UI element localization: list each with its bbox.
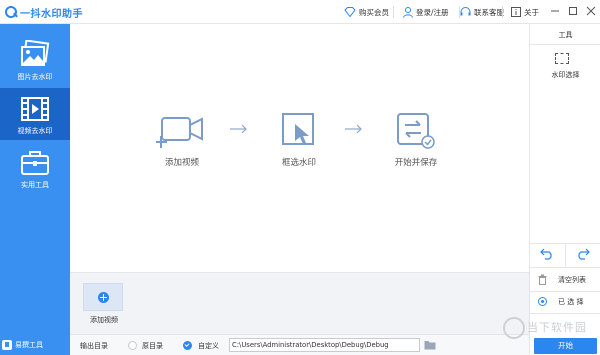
watermark-logo: [503, 317, 525, 339]
tools-panel-title: 工具: [558, 31, 573, 39]
add-video-icon: [156, 117, 203, 148]
tools-panel: 工具 水印选择 清空列表 已 选 择 开始: [529, 24, 600, 355]
output-bar: 输出目录 原目录 自定义 C:\Users\Administrator\Desk…: [70, 334, 529, 355]
close-icon[interactable]: [584, 4, 598, 18]
trash-icon: [538, 274, 547, 285]
start-button[interactable]: 开始: [534, 338, 597, 354]
app-title: 一抖水印助手: [20, 8, 83, 20]
plus-icon: [98, 292, 109, 303]
sidebar: 图片去水印 视频去水印 实用工具 易撰工具: [0, 24, 70, 355]
redo-icon[interactable]: [576, 248, 590, 260]
start-save-icon: [397, 113, 435, 149]
bottom-tool-link[interactable]: 易撰工具: [2, 338, 43, 352]
minimize-icon[interactable]: [548, 4, 562, 18]
original-dir-label: 原目录: [142, 342, 163, 350]
maximize-icon[interactable]: [566, 4, 580, 18]
divider: [530, 313, 600, 314]
logo-icon: [5, 6, 17, 18]
folder-icon[interactable]: [424, 340, 436, 350]
step-add-video: 添加视频: [152, 110, 212, 168]
watermark-select-label[interactable]: 水印选择: [530, 70, 600, 80]
custom-dir-label: 自定义: [198, 342, 219, 350]
sidebar-item-video-watermark[interactable]: 视频去水印: [0, 88, 70, 140]
divider: [502, 6, 503, 18]
select-watermark-icon: [282, 113, 314, 145]
selected-label: 已 选 择: [558, 298, 584, 306]
divider: [530, 267, 600, 268]
add-video-button[interactable]: [83, 283, 123, 311]
add-video-label: 添加视频: [90, 316, 118, 324]
contact-support-label: 联系客服: [474, 7, 504, 17]
watermark-text: 当下软件园: [527, 321, 587, 334]
about-label: 关于: [524, 7, 539, 17]
buy-membership-button[interactable]: 购买会员: [344, 4, 389, 20]
buy-membership-label: 购买会员: [359, 7, 389, 17]
divider: [530, 44, 600, 45]
step-start-save: 开始并保存: [386, 110, 446, 168]
divider: [393, 6, 394, 18]
info-icon: [511, 7, 521, 17]
sidebar-label-image: 图片去水印: [17, 73, 53, 81]
arrow-right-icon: [230, 124, 247, 134]
selected-option[interactable]: 已 选 择: [530, 292, 600, 312]
output-path-field[interactable]: C:\Users\Administrator\Desktop\Debug\Deb…: [229, 338, 420, 352]
image-icon: [21, 40, 50, 66]
sidebar-item-tools[interactable]: 实用工具: [0, 142, 70, 194]
login-button[interactable]: 登录/注册: [403, 4, 449, 20]
custom-dir-radio[interactable]: [183, 341, 192, 350]
title-bar: 一抖水印助手 购买会员 登录/注册 联系客服 关于: [0, 0, 600, 24]
original-dir-radio[interactable]: [128, 341, 137, 350]
step-add-video-label: 添加视频: [164, 158, 199, 168]
sidebar-label-tools: 实用工具: [21, 181, 49, 189]
tool-icon: [2, 340, 12, 350]
output-dir-label: 输出目录: [80, 342, 108, 350]
app-logo: 一抖水印助手: [5, 5, 83, 20]
headset-icon: [460, 7, 471, 16]
undo-icon[interactable]: [540, 248, 554, 260]
diamond-icon: [344, 7, 356, 17]
contact-support-button[interactable]: 联系客服: [460, 4, 504, 20]
clear-list-label: 清空列表: [558, 276, 586, 284]
sidebar-label-video: 视频去水印: [17, 127, 53, 135]
clear-list-button[interactable]: 清空列表: [530, 270, 600, 290]
step-start-save-label: 开始并保存: [394, 158, 438, 168]
sidebar-item-image-watermark[interactable]: 图片去水印: [0, 34, 70, 86]
toolbox-icon: [21, 151, 49, 175]
divider: [565, 244, 566, 266]
film-icon: [21, 97, 49, 121]
user-icon: [403, 6, 413, 18]
about-button[interactable]: 关于: [511, 4, 539, 20]
login-label: 登录/注册: [416, 7, 449, 17]
bottom-tool-label: 易撰工具: [15, 341, 43, 349]
file-list-panel: 添加视频: [70, 272, 529, 334]
watermark-select-icon[interactable]: [555, 53, 569, 64]
site-watermark: 当下软件园: [503, 317, 599, 339]
main-workspace: 添加视频 框选水印 开始并保存: [70, 24, 529, 272]
step-select-watermark: 框选水印: [269, 110, 329, 168]
selected-radio[interactable]: [538, 297, 547, 306]
arrow-right-icon: [345, 124, 362, 134]
step-select-watermark-label: 框选水印: [281, 158, 316, 168]
